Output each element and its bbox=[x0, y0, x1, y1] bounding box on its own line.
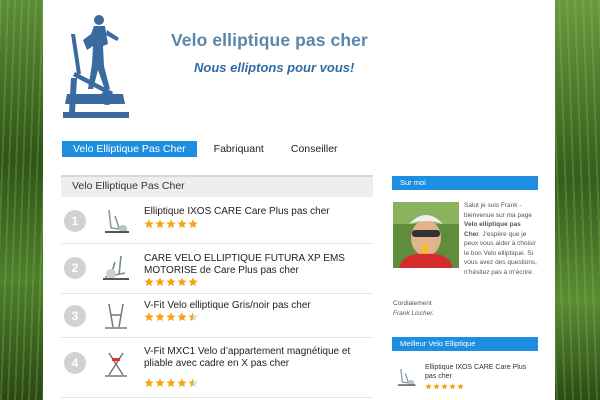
star-icon bbox=[155, 277, 165, 287]
elliptical-product-thumb[interactable] bbox=[101, 301, 131, 331]
item-title-link[interactable]: V-Fit Velo elliptique Gris/noir pas cher bbox=[144, 300, 364, 312]
star-icon bbox=[433, 383, 440, 390]
star-icon bbox=[188, 378, 198, 388]
star-icon bbox=[166, 378, 176, 388]
star-icon bbox=[441, 383, 448, 390]
rank-badge: 4 bbox=[64, 352, 86, 374]
star-icon bbox=[155, 378, 165, 388]
rating-stars bbox=[144, 277, 199, 287]
star-icon bbox=[177, 277, 187, 287]
star-icon bbox=[166, 277, 176, 287]
star-icon bbox=[457, 383, 464, 390]
star-icon bbox=[188, 277, 198, 287]
star-icon bbox=[449, 383, 456, 390]
rating-stars bbox=[144, 378, 199, 388]
star-icon bbox=[144, 277, 154, 287]
elliptical-product-thumb[interactable] bbox=[101, 253, 131, 283]
star-icon bbox=[188, 219, 198, 229]
author-photo[interactable] bbox=[393, 202, 459, 268]
star-icon bbox=[144, 219, 154, 229]
star-icon bbox=[177, 378, 187, 388]
nav-item-conseiller[interactable]: Conseiller bbox=[280, 141, 349, 157]
star-icon bbox=[166, 219, 176, 229]
elliptical-product-thumb[interactable] bbox=[101, 206, 131, 236]
item-title-link[interactable]: CARE VELO ELLIPTIQUE FUTURA XP EMS MOTOR… bbox=[144, 253, 364, 277]
list-item: 2 CARE VELO ELLIPTIQUE FUTURA XP EMS MOT… bbox=[61, 243, 373, 294]
best-item-title-link[interactable]: Elliptique IXOS CARE Care Plus pas cher bbox=[425, 363, 538, 381]
best-rating-stars bbox=[425, 383, 465, 390]
nav-item-velo-elliptique-pas-cher[interactable]: Velo Elliptique Pas Cher bbox=[62, 141, 197, 157]
elliptical-trainer-logo[interactable] bbox=[63, 14, 129, 120]
star-icon bbox=[155, 312, 165, 322]
list-title: Velo Elliptique Pas Cher bbox=[61, 175, 373, 197]
star-icon bbox=[188, 312, 198, 322]
item-title-link[interactable]: V-Fit MXC1 Velo d’appartement magnétique… bbox=[144, 346, 364, 370]
rank-badge: 1 bbox=[64, 210, 86, 232]
star-icon bbox=[144, 378, 154, 388]
about-closing: Cordialement bbox=[393, 300, 432, 307]
widget-title-best: Meilleur Velo Elliptique bbox=[392, 337, 538, 351]
star-icon bbox=[166, 312, 176, 322]
site-tagline: Nous elliptons pour vous! bbox=[194, 60, 355, 75]
star-icon bbox=[177, 219, 187, 229]
list-item: 4 V-Fit MXC1 Velo d’appartement magnétiq… bbox=[61, 337, 373, 398]
nav-item-fabriquant[interactable]: Fabriquant bbox=[203, 141, 275, 157]
elliptical-product-thumb[interactable] bbox=[101, 349, 131, 379]
about-greeting: Salut je suis Frank - bienvenue sur ma p… bbox=[464, 201, 538, 277]
rating-stars bbox=[144, 312, 199, 322]
star-icon bbox=[177, 312, 187, 322]
site-title[interactable]: Velo elliptique pas cher bbox=[171, 30, 368, 51]
rank-badge: 2 bbox=[64, 257, 86, 279]
page-container: Velo elliptique pas cher Nous elliptons … bbox=[43, 0, 555, 400]
item-title-link[interactable]: Elliptique IXOS CARE Care Plus pas cher bbox=[144, 206, 364, 218]
widget-title-about: Sur moi bbox=[392, 176, 538, 190]
rank-badge: 3 bbox=[64, 305, 86, 327]
best-product-thumb[interactable] bbox=[395, 366, 417, 388]
list-item: 1 Elliptique IXOS CARE Care Plus pas che… bbox=[61, 197, 373, 244]
list-item: 3 V-Fit Velo elliptique Gris/noir pas ch… bbox=[61, 293, 373, 338]
star-icon bbox=[144, 312, 154, 322]
about-greeting-text: Salut je suis Frank - bienvenue sur ma p… bbox=[464, 202, 532, 219]
main-nav: Velo Elliptique Pas Cher Fabriquant Cons… bbox=[62, 141, 354, 157]
star-icon bbox=[155, 219, 165, 229]
about-signature: Frank Lischer. bbox=[393, 310, 434, 317]
star-icon bbox=[425, 383, 432, 390]
rating-stars bbox=[144, 219, 199, 229]
